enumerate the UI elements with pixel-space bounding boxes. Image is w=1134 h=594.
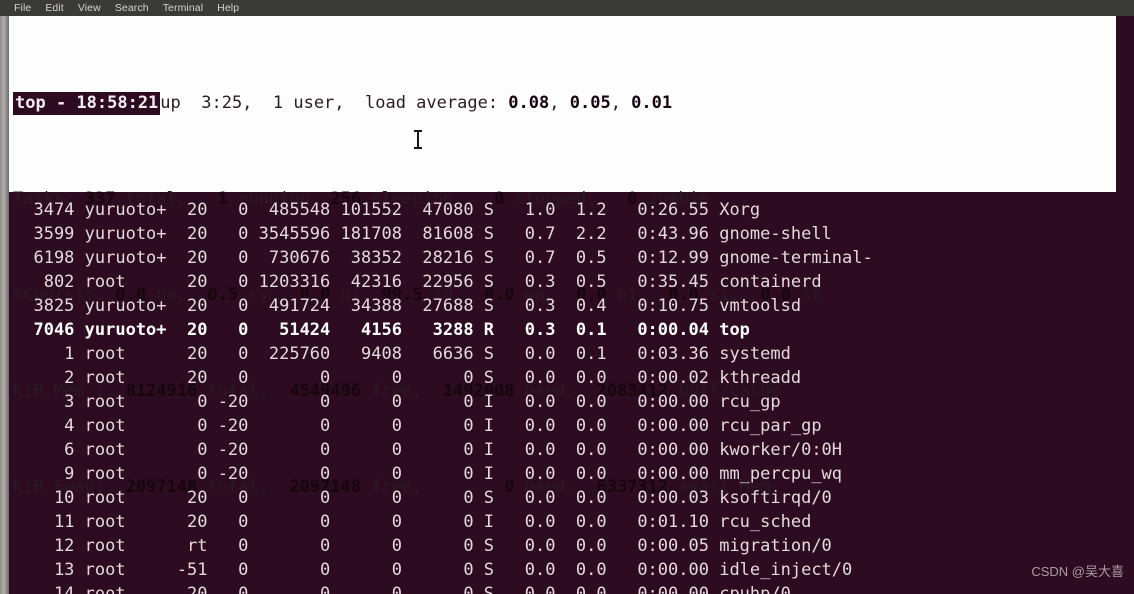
process-row: 12 root rt 0 0 0 0 S 0.0 0.0 0:00.05 mig… <box>13 536 832 556</box>
top-summary-block: top - 18:58:21 up 3:25, 1 user, load aver… <box>9 16 1116 497</box>
process-row: 7046 yuruoto+ 20 0 51424 4156 3288 R 0.3… <box>13 320 750 340</box>
load-sep-2: , <box>610 93 632 113</box>
text-cursor-ibeam <box>414 130 422 149</box>
process-row: 3 root 0 -20 0 0 0 I 0.0 0.0 0:00.00 rcu… <box>13 392 781 412</box>
terminal-content[interactable]: top - 18:58:21 up 3:25, 1 user, load aver… <box>9 16 1134 594</box>
process-row: 9 root 0 -20 0 0 0 I 0.0 0.0 0:00.00 mm_… <box>13 464 843 484</box>
process-row: 2 root 20 0 0 0 0 S 0.0 0.0 0:00.02 kthr… <box>13 368 802 388</box>
load-avg-1min: 0.08 <box>508 93 550 113</box>
process-row: 802 root 20 0 1203316 42316 22956 S 0.3 … <box>13 272 822 292</box>
load-avg-15min: 0.01 <box>631 93 673 113</box>
process-row: 3474 yuruoto+ 20 0 485548 101552 47080 S… <box>13 200 761 220</box>
menu-item-help[interactable]: Help <box>217 0 239 16</box>
menu-item-file[interactable]: File <box>14 0 31 16</box>
process-row: 11 root 20 0 0 0 0 I 0.0 0.0 0:01.10 rcu… <box>13 512 812 532</box>
process-row: 6198 yuruoto+ 20 0 730676 38352 28216 S … <box>13 248 873 268</box>
process-row: 10 root 20 0 0 0 0 S 0.0 0.0 0:00.03 kso… <box>13 488 832 508</box>
window-left-edge <box>0 16 9 594</box>
menu-bar: File Edit View Search Terminal Help <box>0 0 1134 16</box>
menu-item-search[interactable]: Search <box>115 0 149 16</box>
terminal-window: File Edit View Search Terminal Help top … <box>0 0 1134 594</box>
process-row: 3825 yuruoto+ 20 0 491724 34388 27688 S … <box>13 296 802 316</box>
csdn-watermark: CSDN @吴大喜 <box>1031 564 1124 579</box>
load-sep-1: , <box>549 93 570 113</box>
process-row: 14 root 20 0 0 0 0 S 0.0 0.0 0:00.00 cpu… <box>13 584 791 594</box>
top-title-highlight: top - 18:58:21 <box>13 92 161 115</box>
menu-item-terminal[interactable]: Terminal <box>163 0 203 16</box>
process-row: 13 root -51 0 0 0 0 S 0.0 0.0 0:00.00 id… <box>13 560 853 580</box>
menu-item-edit[interactable]: Edit <box>45 0 64 16</box>
process-row: 3599 yuruoto+ 20 0 3545596 181708 81608 … <box>13 224 832 244</box>
load-avg-5min: 0.05 <box>569 93 611 113</box>
menu-item-view[interactable]: View <box>78 0 101 16</box>
process-list[interactable]: 3474 yuruoto+ 20 0 485548 101552 47080 S… <box>9 198 1134 594</box>
summary-line-uptime: top - 18:58:21 up 3:25, 1 user, load aver… <box>9 91 1116 115</box>
uptime-text: up 3:25, 1 user, load average: <box>160 93 509 113</box>
process-row: 6 root 0 -20 0 0 0 I 0.0 0.0 0:00.00 kwo… <box>13 440 843 460</box>
process-row: 4 root 0 -20 0 0 0 I 0.0 0.0 0:00.00 rcu… <box>13 416 822 436</box>
process-row: 1 root 20 0 225760 9408 6636 S 0.0 0.1 0… <box>13 344 791 364</box>
